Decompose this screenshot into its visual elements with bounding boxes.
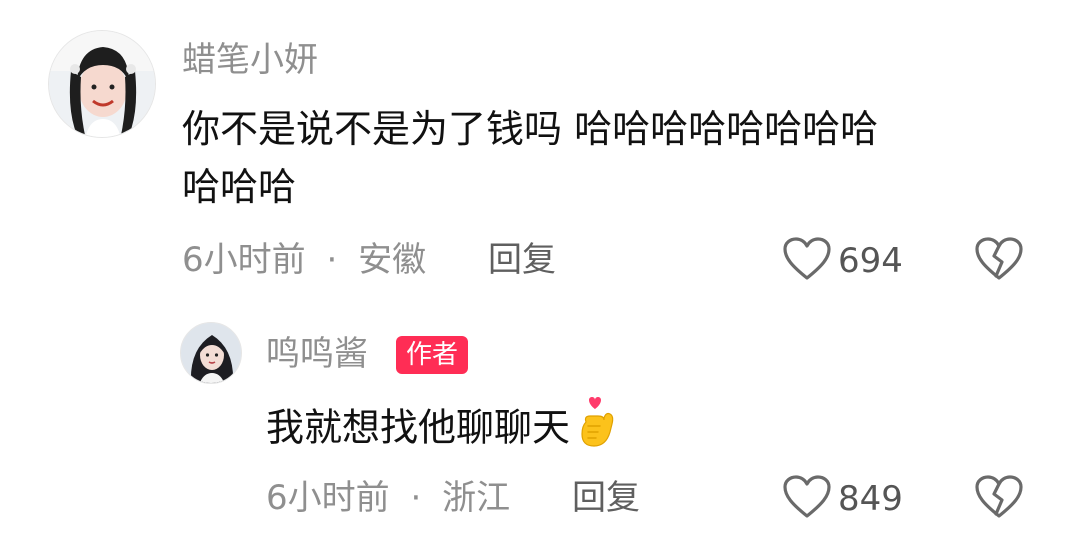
comment-time: 6小时前 <box>182 240 306 280</box>
dislike-button[interactable] <box>974 236 1024 286</box>
dislike-button[interactable] <box>974 474 1024 524</box>
reply-location: 浙江 <box>442 478 511 518</box>
author-badge: 作者 <box>396 336 469 374</box>
comment-location: 安徽 <box>358 240 427 280</box>
like-button[interactable]: 694 <box>782 236 903 286</box>
comment-username[interactable]: 蜡笔小妍 <box>182 40 318 80</box>
reply-text: 我就想找他聊聊天 <box>266 396 620 464</box>
comment-text-line-2: 哈哈哈 <box>182 165 297 209</box>
broken-heart-icon <box>974 475 1024 524</box>
comment-text-line-1: 你不是说不是为了钱吗 哈哈哈哈哈哈哈哈 <box>182 107 879 151</box>
heart-hands-emoji <box>576 396 620 464</box>
comment-meta: 6小时前 · 安徽 <box>182 240 426 280</box>
like-count: 694 <box>838 241 903 281</box>
like-count: 849 <box>838 479 903 519</box>
reply-item: 鸣鸣酱 作者 我就想找他聊聊天 6小时前 · 浙江 回复 849 <box>0 300 1080 552</box>
reply-meta: 6小时前 · 浙江 <box>266 478 510 518</box>
heart-icon <box>782 236 832 286</box>
avatar[interactable] <box>48 30 156 138</box>
comment-item: 蜡笔小妍 你不是说不是为了钱吗 哈哈哈哈哈哈哈哈 哈哈哈 6小时前 · 安徽 回… <box>0 0 1080 300</box>
meta-separator: · <box>410 478 422 518</box>
reply-button[interactable]: 回复 <box>572 478 640 518</box>
avatar-image <box>49 31 155 137</box>
avatar-image <box>181 323 241 383</box>
reply-time: 6小时前 <box>266 478 390 518</box>
meta-separator: · <box>326 240 338 280</box>
like-button[interactable]: 849 <box>782 474 903 524</box>
reply-username[interactable]: 鸣鸣酱 <box>266 334 368 374</box>
avatar[interactable] <box>180 322 242 384</box>
heart-icon <box>782 474 832 524</box>
reply-text-content: 我就想找他聊聊天 <box>266 405 571 450</box>
broken-heart-icon <box>974 237 1024 286</box>
reply-button[interactable]: 回复 <box>488 240 556 280</box>
